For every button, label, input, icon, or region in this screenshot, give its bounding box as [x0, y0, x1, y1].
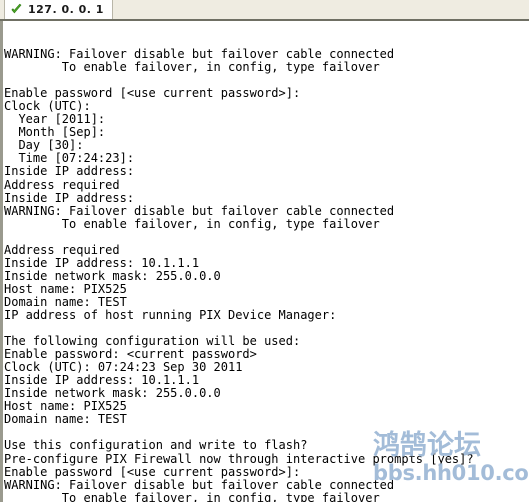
terminal-line: To enable failover, in config, type fail…	[4, 490, 380, 502]
terminal-output[interactable]: WARNING: Failover disable but failover c…	[3, 21, 529, 502]
terminal-line: Use this configuration and write to flas…	[4, 438, 308, 453]
tab-label: 127. 0. 0. 1	[28, 3, 104, 16]
terminal-line: Address required	[4, 242, 120, 257]
tab-bar: 127. 0. 0. 1	[0, 0, 529, 21]
terminal-line: To enable failover, in config, type fail…	[4, 216, 380, 231]
terminal-line: Host name: PIX525	[4, 281, 127, 296]
green-check-icon	[11, 3, 22, 14]
terminal-line: Inside IP address:	[4, 164, 135, 179]
terminal-line: Inside IP address: 10.1.1.1	[4, 255, 200, 270]
terminal-line: Enable password [<use current password>]…	[4, 464, 301, 479]
terminal-body[interactable]: WARNING: Failover disable but failover c…	[0, 21, 529, 502]
terminal-line: WARNING: Failover disable but failover c…	[4, 203, 395, 218]
terminal-line: Pre-configure PIX Firewall now through i…	[4, 451, 474, 466]
terminal-line: Inside IP address:	[4, 190, 135, 205]
terminal-line: Inside network mask: 255.0.0.0	[4, 268, 221, 283]
terminal-line: Domain name: TEST	[4, 412, 127, 427]
terminal-line: IP address of host running PIX Device Ma…	[4, 307, 337, 322]
tab-127-0-0-1[interactable]: 127. 0. 0. 1	[4, 0, 113, 19]
terminal-line: WARNING: Failover disable but failover c…	[4, 477, 395, 492]
terminal-line: To enable failover, in config, type fail…	[4, 60, 380, 75]
terminal-window: 127. 0. 0. 1 WARNING: Failover disable b…	[0, 0, 529, 502]
terminal-line: Address required	[4, 177, 120, 192]
